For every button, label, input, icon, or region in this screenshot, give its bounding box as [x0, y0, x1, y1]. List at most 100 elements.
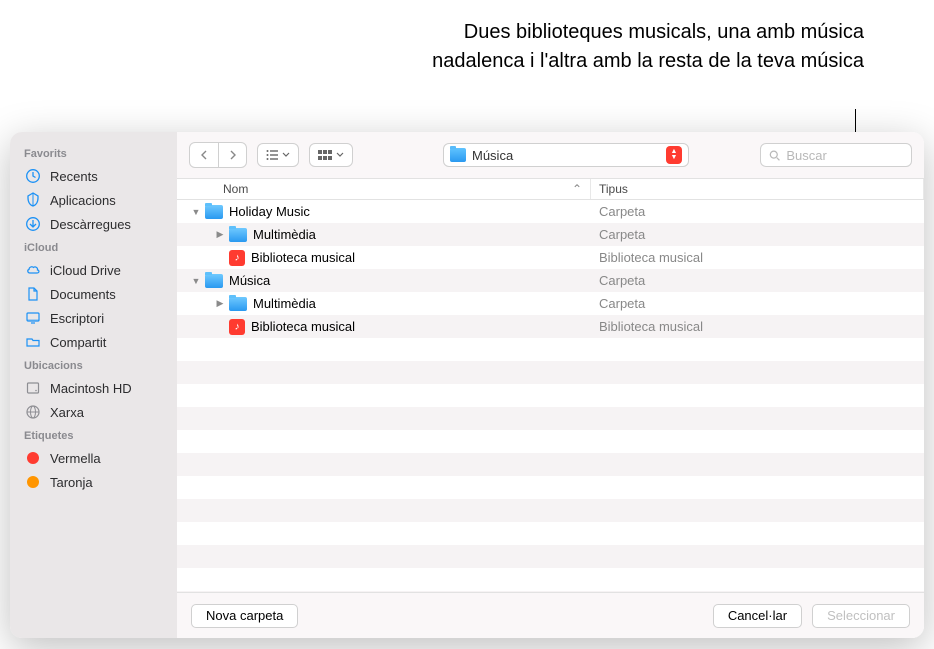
sidebar-item-label: Escriptori — [50, 311, 163, 326]
folder-icon — [229, 297, 247, 311]
search-icon — [769, 149, 780, 162]
table-row-empty — [177, 453, 924, 476]
table-row-empty — [177, 568, 924, 591]
sidebar-section-header: Etiquetes — [10, 424, 177, 446]
table-row[interactable]: Biblioteca musical Biblioteca musical — [177, 315, 924, 338]
forward-button[interactable] — [218, 143, 246, 167]
cancel-button[interactable]: Cancel·lar — [713, 604, 802, 628]
row-name-label: Multimèdia — [253, 227, 316, 242]
search-input[interactable] — [786, 148, 903, 163]
table-row-empty — [177, 407, 924, 430]
sidebar-item-apps[interactable]: Aplicacions — [10, 188, 177, 212]
cell-type: Biblioteca musical — [591, 250, 924, 265]
cloud-icon — [24, 261, 42, 279]
cell-name: ▼Holiday Music — [177, 204, 591, 219]
main-pane: Música ▲▼ Nom ⌃ Tipus ▼Holid — [177, 132, 924, 638]
disclosure-triangle-icon[interactable]: ▶ — [215, 298, 225, 309]
sidebar-item-icloud-drive[interactable]: iCloud Drive — [10, 258, 177, 282]
table-row-empty — [177, 338, 924, 361]
path-popup[interactable]: Música ▲▼ — [443, 143, 689, 167]
sidebar-item-label: Aplicacions — [50, 193, 163, 208]
sidebar-item-label: Documents — [50, 287, 163, 302]
nav-history-group — [189, 142, 247, 168]
select-button[interactable]: Seleccionar — [812, 604, 910, 628]
table-row[interactable]: ▶ Multimèdia Carpeta — [177, 223, 924, 246]
disclosure-triangle-icon[interactable]: ▼ — [191, 276, 201, 286]
column-header-type-label: Tipus — [599, 182, 628, 196]
table-row-empty — [177, 522, 924, 545]
sidebar-item-documents[interactable]: Documents — [10, 282, 177, 306]
clock-icon — [24, 167, 42, 185]
document-icon — [24, 285, 42, 303]
sidebar-item-tag-orange[interactable]: Taronja — [10, 470, 177, 494]
row-name-label: Biblioteca musical — [251, 250, 355, 265]
path-label: Música — [472, 148, 660, 163]
sidebar-item-label: Macintosh HD — [50, 381, 163, 396]
table-row[interactable]: ▼ Música Carpeta — [177, 269, 924, 292]
sidebar-item-network[interactable]: Xarxa — [10, 400, 177, 424]
cell-name: ▼ Música — [177, 273, 591, 288]
row-name-label: Multimèdia — [253, 296, 316, 311]
disclosure-triangle-icon[interactable]: ▼ — [191, 207, 201, 217]
table-header: Nom ⌃ Tipus — [177, 178, 924, 200]
finder-window: Favorits Recents Aplicacions Descàrregues iC… — [10, 132, 924, 638]
cell-type: Carpeta — [591, 204, 924, 219]
download-icon — [24, 215, 42, 233]
row-name-label: Música — [229, 273, 270, 288]
disclosure-triangle-icon[interactable]: ▶ — [215, 229, 225, 240]
music-library-icon — [229, 250, 245, 266]
network-icon — [24, 403, 42, 421]
tag-dot — [24, 473, 42, 491]
sidebar-item-label: Compartit — [50, 335, 163, 350]
sidebar-item-label: Recents — [50, 169, 163, 184]
folder-icon — [450, 148, 466, 162]
sidebar-item-label: iCloud Drive — [50, 263, 163, 278]
file-list: ▼Holiday MusicCarpeta▶MultimèdiaCarpetaB… — [177, 200, 924, 592]
cell-type: Biblioteca musical — [591, 319, 924, 334]
table-row-empty — [177, 476, 924, 499]
apps-icon — [24, 191, 42, 209]
cell-type: Carpeta — [591, 227, 924, 242]
cell-name: ▶ Multimèdia — [177, 296, 591, 311]
table-row[interactable]: ▶ Multimèdia Carpeta — [177, 292, 924, 315]
sidebar-item-mac-hd[interactable]: Macintosh HD — [10, 376, 177, 400]
sidebar-item-tag-red[interactable]: Vermella — [10, 446, 177, 470]
annotation-text: Dues biblioteques musicals, una amb músi… — [404, 18, 864, 76]
shared-icon — [24, 333, 42, 351]
sort-caret-icon: ⌃ — [572, 182, 582, 196]
column-header-type[interactable]: Tipus — [591, 179, 924, 199]
music-library-icon — [229, 319, 245, 335]
view-options-button[interactable] — [309, 143, 353, 167]
sidebar-item-label: Descàrregues — [50, 217, 163, 232]
disk-icon — [24, 379, 42, 397]
sidebar-item-recents[interactable]: Recents — [10, 164, 177, 188]
table-row[interactable]: ▼Holiday MusicCarpeta — [177, 200, 924, 223]
column-header-name-label: Nom — [223, 182, 248, 196]
toolbar: Música ▲▼ — [177, 132, 924, 178]
sidebar-item-downloads[interactable]: Descàrregues — [10, 212, 177, 236]
table-row-empty — [177, 384, 924, 407]
cell-type: Carpeta — [591, 296, 924, 311]
desktop-icon — [24, 309, 42, 327]
cell-name: ▶ Multimèdia — [177, 227, 591, 242]
path-stepper-icon: ▲▼ — [666, 146, 682, 164]
folder-icon — [229, 228, 247, 242]
row-name-label: Biblioteca musical — [251, 319, 355, 334]
new-folder-button[interactable]: Nova carpeta — [191, 604, 298, 628]
sidebar-item-shared[interactable]: Compartit — [10, 330, 177, 354]
sidebar-item-label: Xarxa — [50, 405, 163, 420]
column-header-name[interactable]: Nom ⌃ — [177, 179, 591, 199]
sidebar-item-label: Vermella — [50, 451, 163, 466]
folder-icon — [205, 205, 223, 219]
sidebar-section-header: iCloud — [10, 236, 177, 258]
back-button[interactable] — [190, 143, 218, 167]
sidebar-item-desktop[interactable]: Escriptori — [10, 306, 177, 330]
table-row[interactable]: Biblioteca musical Biblioteca musical — [177, 246, 924, 269]
cell-name: Biblioteca musical — [177, 250, 591, 266]
cell-type: Carpeta — [591, 273, 924, 288]
folder-icon — [205, 274, 223, 288]
view-list-button[interactable] — [257, 143, 299, 167]
table-row-empty — [177, 545, 924, 568]
sidebar-section-header: Favorits — [10, 142, 177, 164]
search-field[interactable] — [760, 143, 912, 167]
